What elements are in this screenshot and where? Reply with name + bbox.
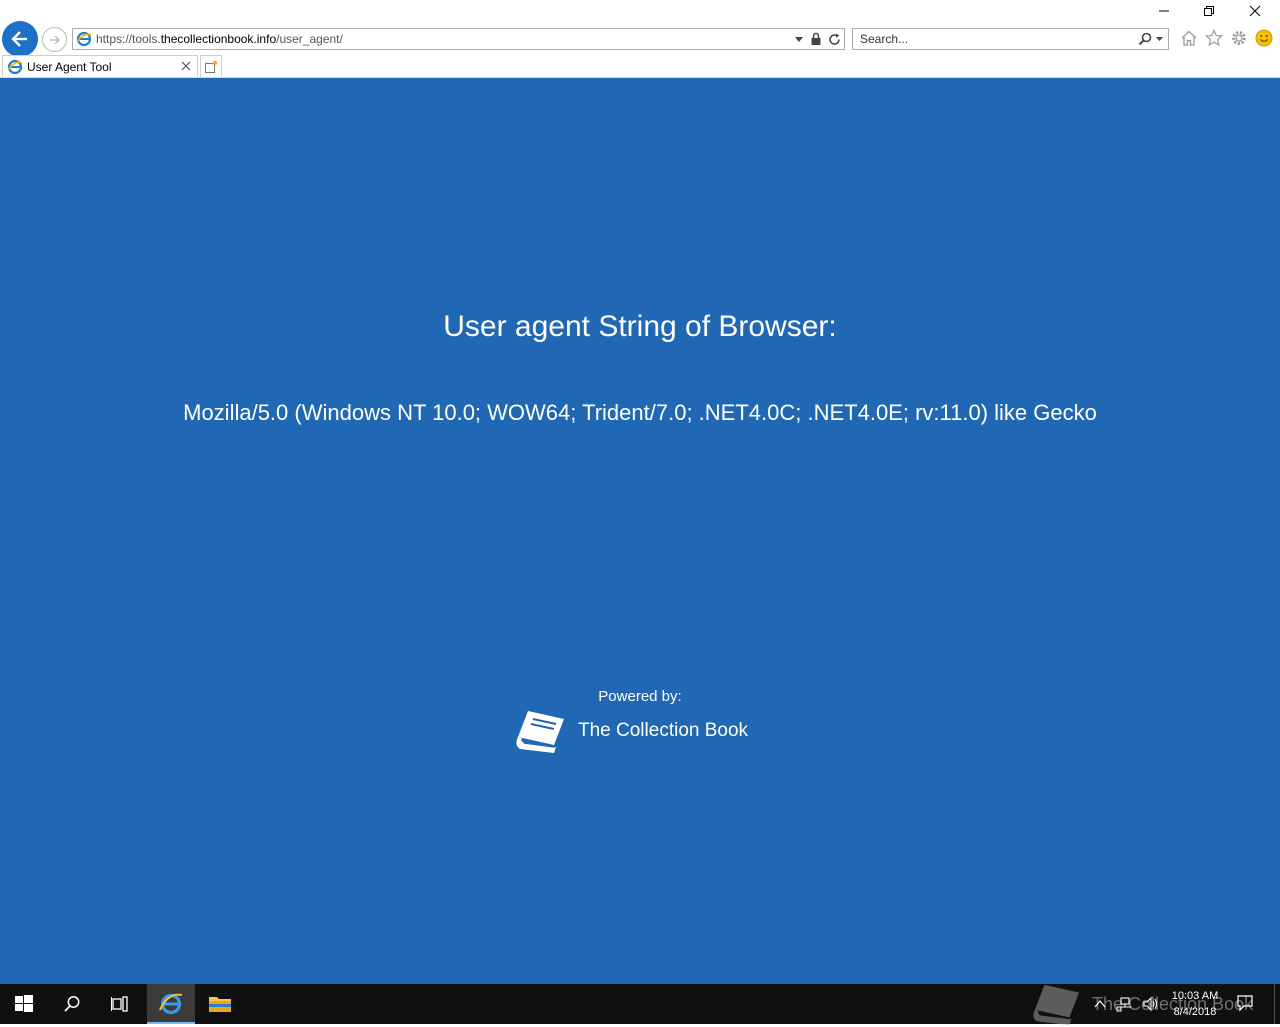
star-icon[interactable]	[1205, 29, 1223, 47]
close-window-button[interactable]	[1232, 0, 1278, 22]
task-view-button[interactable]	[96, 984, 144, 1024]
new-tab-icon	[205, 60, 218, 73]
system-tray	[1094, 984, 1158, 1024]
action-center-button[interactable]	[1236, 994, 1254, 1017]
clock-time: 10:03 AM	[1171, 990, 1219, 1002]
windows-logo-icon	[15, 995, 33, 1012]
search-box[interactable]: Search...	[852, 28, 1169, 50]
gear-icon[interactable]	[1230, 29, 1248, 47]
minimize-icon	[1159, 10, 1169, 12]
tab-title: User Agent Tool	[27, 60, 112, 74]
taskbar-internet-explorer[interactable]	[147, 984, 195, 1024]
page-content: User agent String of Browser: Mozilla/5.…	[0, 78, 1280, 984]
refresh-icon[interactable]	[828, 33, 841, 46]
book-watermark-icon	[1033, 984, 1079, 1026]
lock-icon[interactable]	[810, 32, 822, 46]
new-tab-button[interactable]	[200, 55, 222, 77]
notification-icon	[1237, 995, 1253, 1012]
search-placeholder[interactable]: Search...	[860, 32, 908, 46]
browser-chrome: https://tools.thecollectionbook.info/use…	[0, 0, 1280, 78]
volume-icon[interactable]	[1142, 996, 1158, 1012]
clock[interactable]: 10:03 AM 8/4/2018	[1160, 988, 1230, 1020]
show-desktop-button[interactable]	[1274, 984, 1275, 1024]
internet-explorer-icon	[159, 993, 183, 1015]
network-icon[interactable]	[1116, 996, 1132, 1012]
start-button[interactable]	[0, 984, 48, 1024]
close-icon	[181, 61, 191, 71]
forward-button[interactable]	[42, 27, 67, 52]
book-logo-icon	[516, 711, 564, 753]
search-dropdown-icon[interactable]	[1155, 34, 1164, 44]
brand-link[interactable]: The Collection Book	[514, 706, 748, 756]
address-bar[interactable]: https://tools.thecollectionbook.info/use…	[72, 28, 845, 50]
forward-arrow-icon	[49, 34, 60, 45]
restore-icon	[1204, 6, 1214, 16]
page-heading: User agent String of Browser:	[443, 310, 837, 343]
user-agent-string: Mozilla/5.0 (Windows NT 10.0; WOW64; Tri…	[183, 400, 1097, 425]
brand-name[interactable]: The Collection Book	[578, 720, 748, 742]
ie-page-icon	[76, 31, 92, 52]
home-icon[interactable]	[1180, 29, 1198, 47]
address-dropdown-icon[interactable]	[794, 34, 804, 44]
taskbar: The Collection Book 10:03 AM 8/4/2018	[0, 984, 1280, 1026]
clock-date: 8/4/2018	[1173, 1006, 1217, 1018]
search-icon	[64, 996, 80, 1012]
url-text[interactable]: https://tools.thecollectionbook.info/use…	[96, 32, 343, 46]
folder-icon	[209, 997, 231, 1012]
tab-user-agent-tool[interactable]: User Agent Tool	[2, 55, 198, 77]
chevron-up-icon[interactable]	[1094, 998, 1106, 1010]
search-icon[interactable]	[1138, 32, 1152, 46]
back-button[interactable]	[2, 21, 38, 57]
back-arrow-icon	[11, 31, 27, 47]
powered-by-label: Powered by:	[598, 688, 682, 705]
minimize-button[interactable]	[1141, 0, 1187, 22]
taskbar-search-button[interactable]	[48, 984, 96, 1024]
restore-button[interactable]	[1186, 0, 1232, 22]
close-icon	[1249, 5, 1261, 17]
tab-close-button[interactable]	[179, 59, 193, 78]
taskbar-file-explorer[interactable]	[196, 984, 244, 1024]
smiley-icon[interactable]	[1255, 29, 1273, 47]
task-view-icon	[111, 996, 128, 1012]
